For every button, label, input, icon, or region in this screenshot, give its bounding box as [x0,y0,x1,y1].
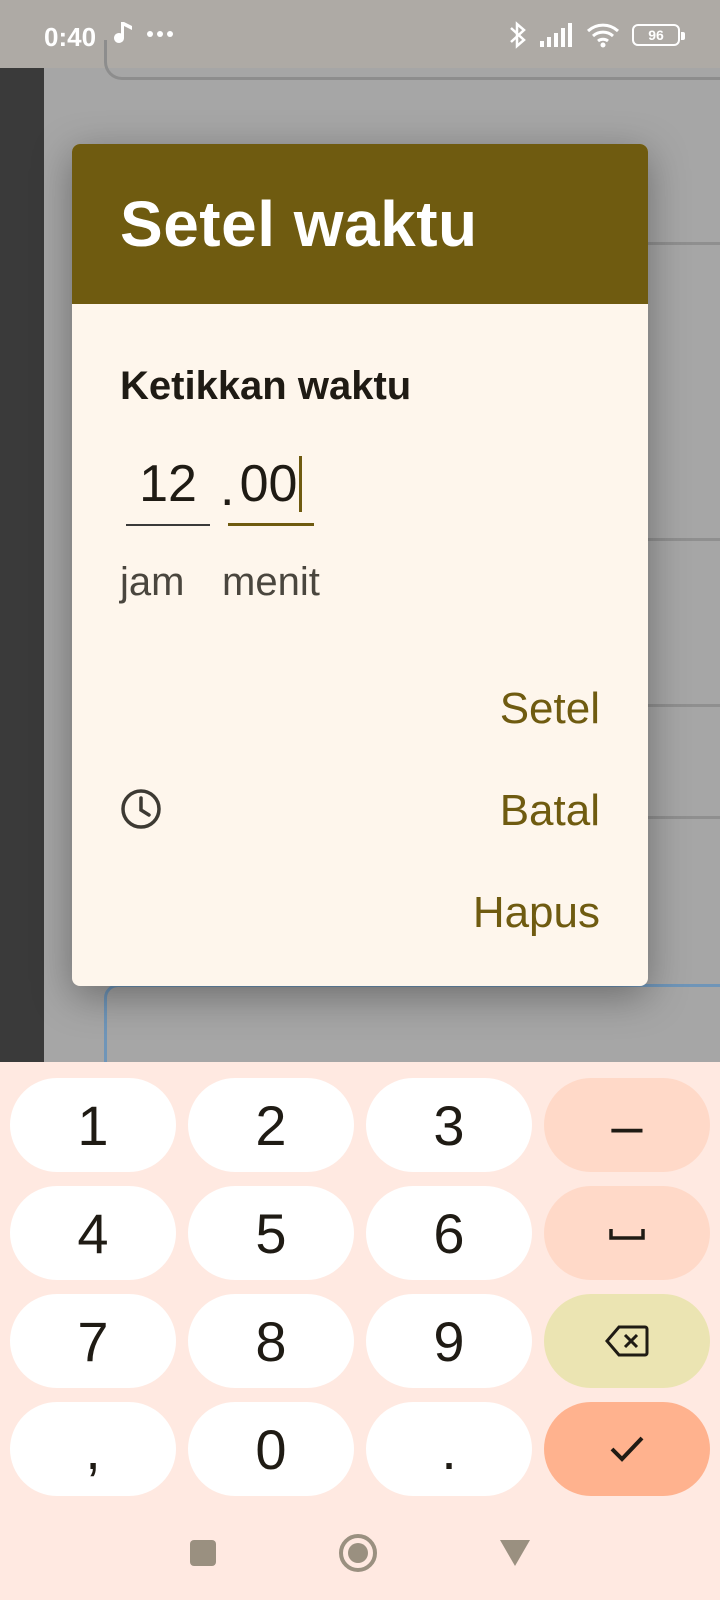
key-9[interactable]: 9 [366,1294,532,1388]
hour-input[interactable]: 12 [126,444,210,526]
home-icon[interactable] [338,1533,378,1573]
background-divider [636,538,720,541]
back-icon[interactable] [498,1538,532,1568]
background-divider [636,704,720,707]
clear-button[interactable]: Hapus [473,888,600,938]
key-2[interactable]: 2 [188,1078,354,1172]
key-minus[interactable]: – [544,1078,710,1172]
space-icon [609,1229,645,1240]
time-picker-dialog: Setel waktu Ketikkan waktu 12 . 00 jam m… [72,144,648,986]
minute-value: 00 [239,454,298,513]
dialog-header: Setel waktu [72,144,648,304]
key-0[interactable]: 0 [188,1402,354,1496]
cancel-button[interactable]: Batal [500,786,600,836]
key-6[interactable]: 6 [366,1186,532,1280]
key-backspace[interactable] [544,1294,710,1388]
minute-input[interactable]: 00 [228,444,314,526]
check-icon [610,1436,644,1462]
dialog-subtitle: Ketikkan waktu [120,364,412,408]
more-notifications-icon [147,31,173,37]
key-5[interactable]: 5 [188,1186,354,1280]
background-side-strip [0,68,44,1068]
key-1[interactable]: 1 [10,1078,176,1172]
text-cursor [299,455,303,512]
backspace-icon [605,1325,649,1357]
key-space[interactable] [544,1186,710,1280]
key-4[interactable]: 4 [10,1186,176,1280]
recents-icon[interactable] [188,1538,218,1568]
key-7[interactable]: 7 [10,1294,176,1388]
key-period[interactable]: . [366,1402,532,1496]
key-enter[interactable] [544,1402,710,1496]
set-button[interactable]: Setel [500,684,600,734]
background-card [104,40,720,80]
minute-label: menit [222,560,320,604]
background-divider [636,242,720,245]
background-divider [636,816,720,819]
hour-label: jam [120,560,185,604]
hour-value: 12 [139,455,197,513]
clock-mode-toggle-icon[interactable] [118,786,164,832]
navigation-bar [0,1506,720,1600]
key-8[interactable]: 8 [188,1294,354,1388]
key-comma[interactable]: , [10,1402,176,1496]
key-3[interactable]: 3 [366,1078,532,1172]
dialog-title: Setel waktu [120,188,478,260]
status-time: 0:40 [44,22,97,52]
